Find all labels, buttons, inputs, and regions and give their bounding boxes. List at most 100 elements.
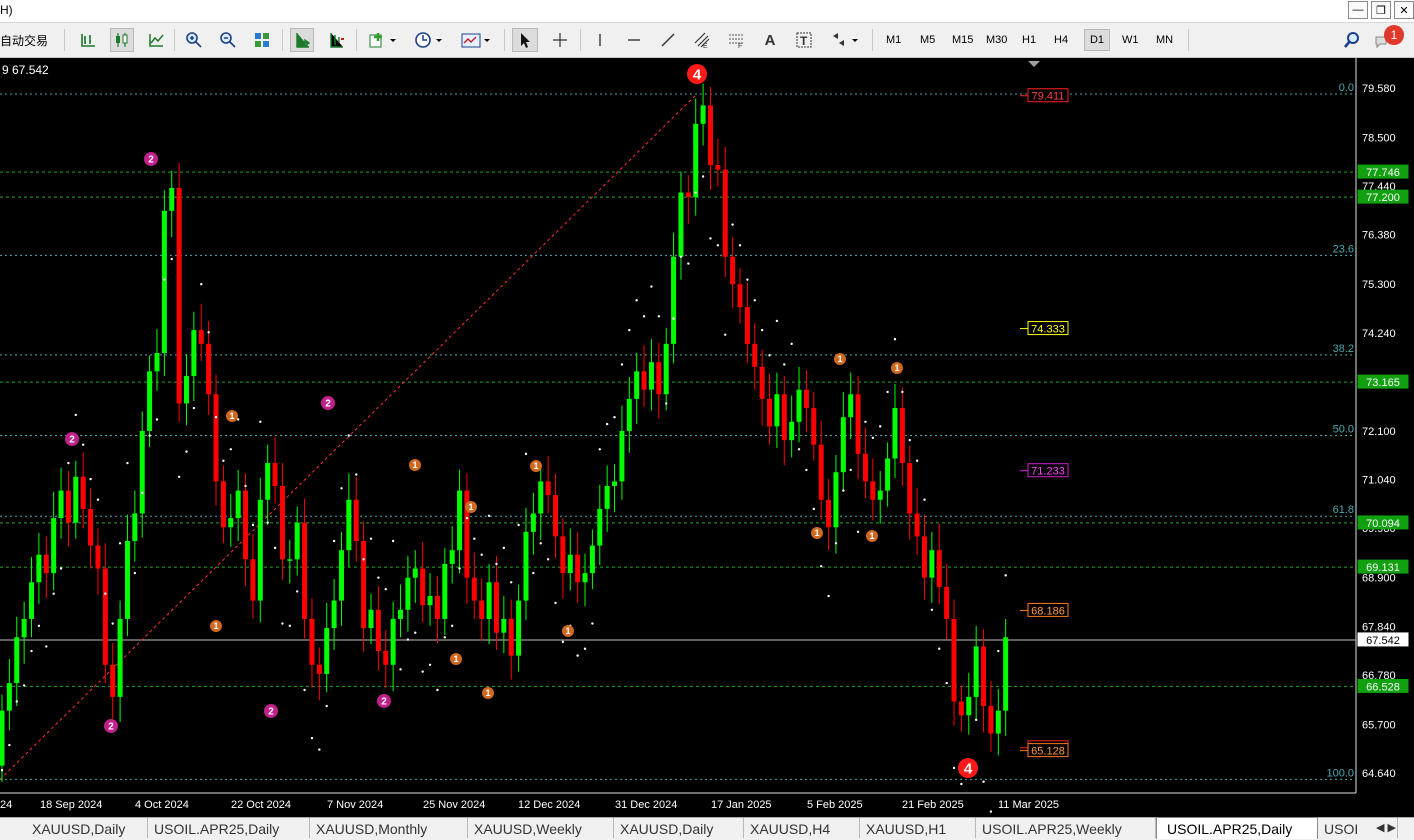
chart-shift-marker[interactable]: [1028, 61, 1040, 67]
candle-body[interactable]: [981, 646, 987, 707]
candle-body[interactable]: [51, 518, 57, 574]
candle-body[interactable]: [767, 398, 773, 427]
candle-body[interactable]: [597, 508, 603, 546]
timeframe-mn[interactable]: MN: [1156, 34, 1173, 46]
notification-badge[interactable]: 1: [1384, 25, 1404, 45]
candle-body[interactable]: [449, 550, 455, 564]
candle-body[interactable]: [553, 495, 558, 537]
candle-body[interactable]: [730, 256, 736, 285]
scroll-left-icon[interactable]: ◀: [1376, 822, 1384, 834]
candle-body[interactable]: [184, 375, 189, 404]
candle-body[interactable]: [0, 710, 5, 766]
candle-body[interactable]: [14, 637, 20, 684]
candle-body[interactable]: [744, 307, 750, 344]
candle-body[interactable]: [257, 499, 263, 601]
tab-1[interactable]: USOIL.APR25,Daily: [148, 818, 310, 838]
candle-body[interactable]: [398, 609, 404, 619]
candle-body[interactable]: [560, 536, 566, 574]
candle-body[interactable]: [43, 554, 49, 574]
candle-body[interactable]: [88, 508, 94, 546]
chart-canvas[interactable]: 0.023.638.250.061.8100.079.58078.50077.4…: [0, 58, 1414, 817]
candle-body[interactable]: [988, 706, 994, 734]
candle-body[interactable]: [722, 169, 728, 257]
horizontal-line-button[interactable]: [622, 28, 646, 52]
candle-body[interactable]: [390, 618, 396, 665]
candle-body[interactable]: [73, 476, 79, 523]
candle-body[interactable]: [265, 463, 271, 500]
tab-8[interactable]: USOIL.APR25,Daily: [1156, 817, 1318, 839]
candle-body[interactable]: [818, 444, 824, 500]
candle-body[interactable]: [582, 573, 588, 583]
tab-5[interactable]: XAUUSD,H4: [744, 818, 860, 838]
fibonacci-button[interactable]: F: [724, 28, 748, 52]
text-tool-button[interactable]: A: [758, 28, 782, 52]
candle-body[interactable]: [885, 458, 891, 491]
candle-body[interactable]: [538, 481, 544, 514]
candle-body[interactable]: [634, 371, 640, 399]
candle-body[interactable]: [678, 192, 684, 257]
tile-windows-button[interactable]: [250, 28, 274, 52]
candle-body[interactable]: [958, 701, 964, 716]
candle-body[interactable]: [966, 696, 972, 716]
candle-body[interactable]: [752, 343, 758, 367]
candle-body[interactable]: [508, 618, 514, 656]
candle-body[interactable]: [139, 430, 145, 514]
candle-body[interactable]: [811, 408, 817, 445]
candle-body[interactable]: [309, 618, 315, 665]
candle-body[interactable]: [102, 568, 108, 665]
timeframe-m15[interactable]: M15: [952, 34, 973, 46]
candle-body[interactable]: [117, 618, 123, 697]
tab-7[interactable]: USOIL.APR25,Weekly: [976, 818, 1156, 838]
candle-body[interactable]: [191, 330, 197, 376]
candle-body[interactable]: [862, 453, 868, 482]
candle-body[interactable]: [368, 609, 374, 629]
candle-body[interactable]: [737, 284, 743, 308]
cursor-tool-button[interactable]: [512, 28, 538, 52]
candle-body[interactable]: [279, 485, 285, 560]
candle-body[interactable]: [604, 485, 610, 509]
indicators-button[interactable]: [364, 28, 402, 52]
candle-body[interactable]: [486, 582, 492, 619]
candle-body[interactable]: [95, 545, 101, 569]
candle-body[interactable]: [442, 563, 448, 619]
candle-body[interactable]: [154, 353, 160, 372]
candle-body[interactable]: [803, 389, 809, 409]
candle-body[interactable]: [427, 596, 433, 606]
candle-body[interactable]: [840, 417, 846, 473]
candle-body[interactable]: [693, 123, 699, 198]
trendline-button[interactable]: [656, 28, 680, 52]
candle-body[interactable]: [973, 646, 979, 697]
candle-body[interactable]: [353, 499, 359, 541]
candle-body[interactable]: [65, 490, 71, 523]
candle-body[interactable]: [471, 577, 477, 601]
candle-body[interactable]: [346, 499, 352, 551]
periodicity-button[interactable]: [410, 28, 448, 52]
candle-body[interactable]: [707, 105, 713, 166]
candle-body[interactable]: [855, 394, 861, 454]
candle-body[interactable]: [235, 490, 241, 519]
candle-body[interactable]: [501, 618, 507, 633]
candle-body[interactable]: [375, 609, 381, 652]
candle-body[interactable]: [648, 362, 654, 390]
timeframe-m30[interactable]: M30: [986, 34, 1007, 46]
zoom-in-button[interactable]: [182, 28, 206, 52]
bar-chart-button[interactable]: [76, 28, 100, 52]
candle-body[interactable]: [929, 550, 935, 578]
candle-body[interactable]: [516, 600, 522, 656]
candle-body[interactable]: [774, 394, 780, 427]
crosshair-button[interactable]: [548, 28, 572, 52]
candle-body[interactable]: [899, 408, 905, 464]
candle-body[interactable]: [361, 540, 367, 629]
candle-body[interactable]: [789, 421, 795, 441]
candle-body[interactable]: [671, 256, 677, 344]
candle-body[interactable]: [715, 165, 721, 170]
zoom-out-button[interactable]: [216, 28, 240, 52]
candle-body[interactable]: [383, 651, 389, 665]
candle-body[interactable]: [80, 476, 86, 509]
timeframe-m5[interactable]: M5: [920, 34, 935, 46]
candle-body[interactable]: [995, 710, 1001, 734]
candle-body[interactable]: [243, 490, 249, 560]
candle-body[interactable]: [169, 187, 175, 211]
text-label-button[interactable]: T: [792, 28, 816, 52]
candle-body[interactable]: [848, 394, 854, 418]
